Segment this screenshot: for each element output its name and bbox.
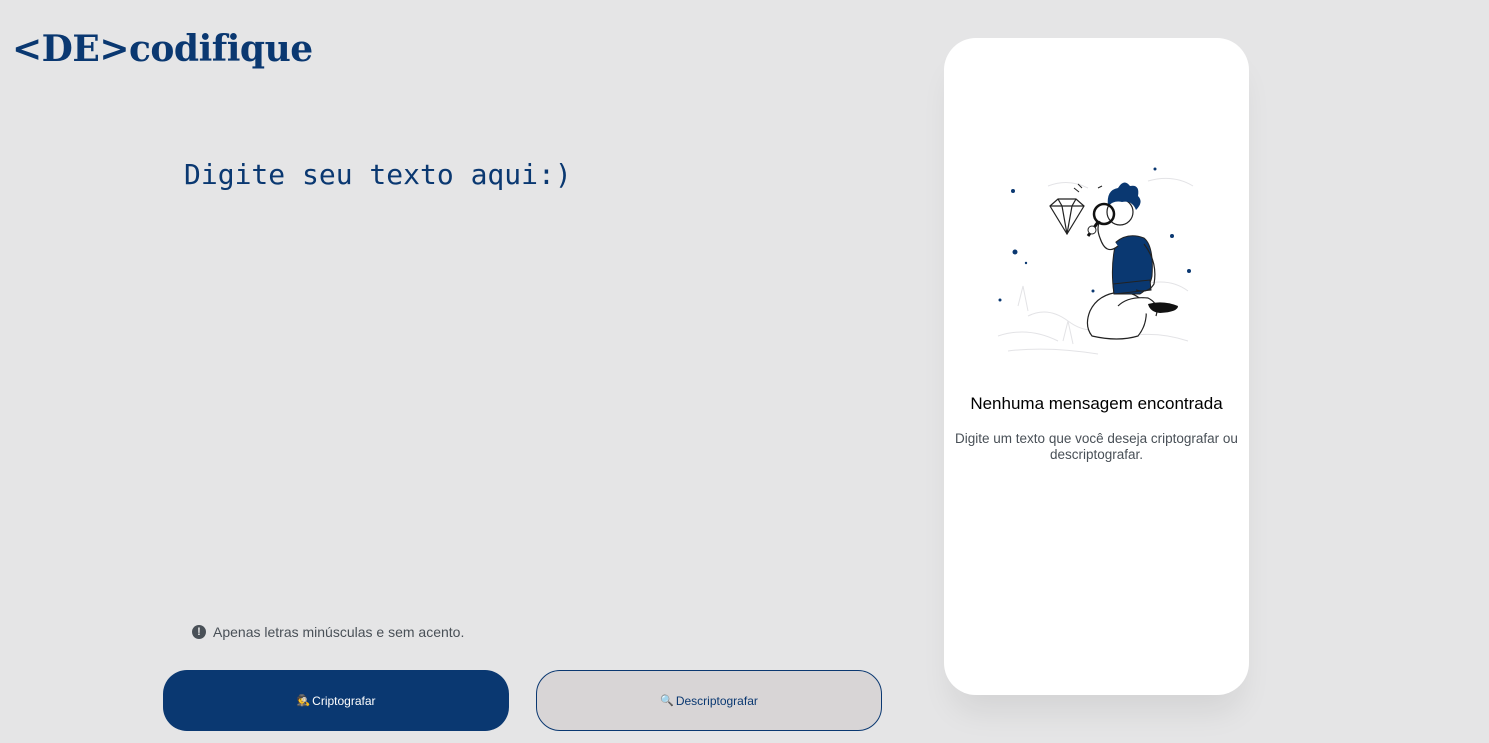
message-input[interactable] bbox=[184, 152, 874, 592]
detective-icon: 🕵️ bbox=[296, 695, 311, 707]
result-text: Digite um texto que você deseja criptogr… bbox=[955, 431, 1238, 462]
page: <DE>codifique ! Apenas letras minúsculas… bbox=[0, 0, 1489, 743]
logo: <DE>codifique bbox=[12, 28, 313, 70]
decrypt-button-label: Descriptografar bbox=[675, 693, 758, 708]
result-panel: Nenhuma mensagem encontrada Digite um te… bbox=[944, 38, 1249, 695]
hint-text: Apenas letras minúsculas e sem acento. bbox=[213, 624, 465, 640]
encrypt-button-label: Criptografar bbox=[312, 693, 376, 708]
person-with-magnifier-illustration bbox=[997, 167, 1194, 355]
encrypt-button[interactable]: 🕵️ Criptografar bbox=[163, 670, 509, 731]
magnifier-icon: 🔍 bbox=[660, 695, 674, 707]
decrypt-button[interactable]: 🔍 Descriptografar bbox=[536, 670, 882, 731]
exclamation-circle-icon: ! bbox=[192, 625, 206, 639]
result-title: Nenhuma mensagem encontrada bbox=[970, 394, 1223, 413]
input-hint: ! Apenas letras minúsculas e sem acento. bbox=[192, 624, 464, 640]
